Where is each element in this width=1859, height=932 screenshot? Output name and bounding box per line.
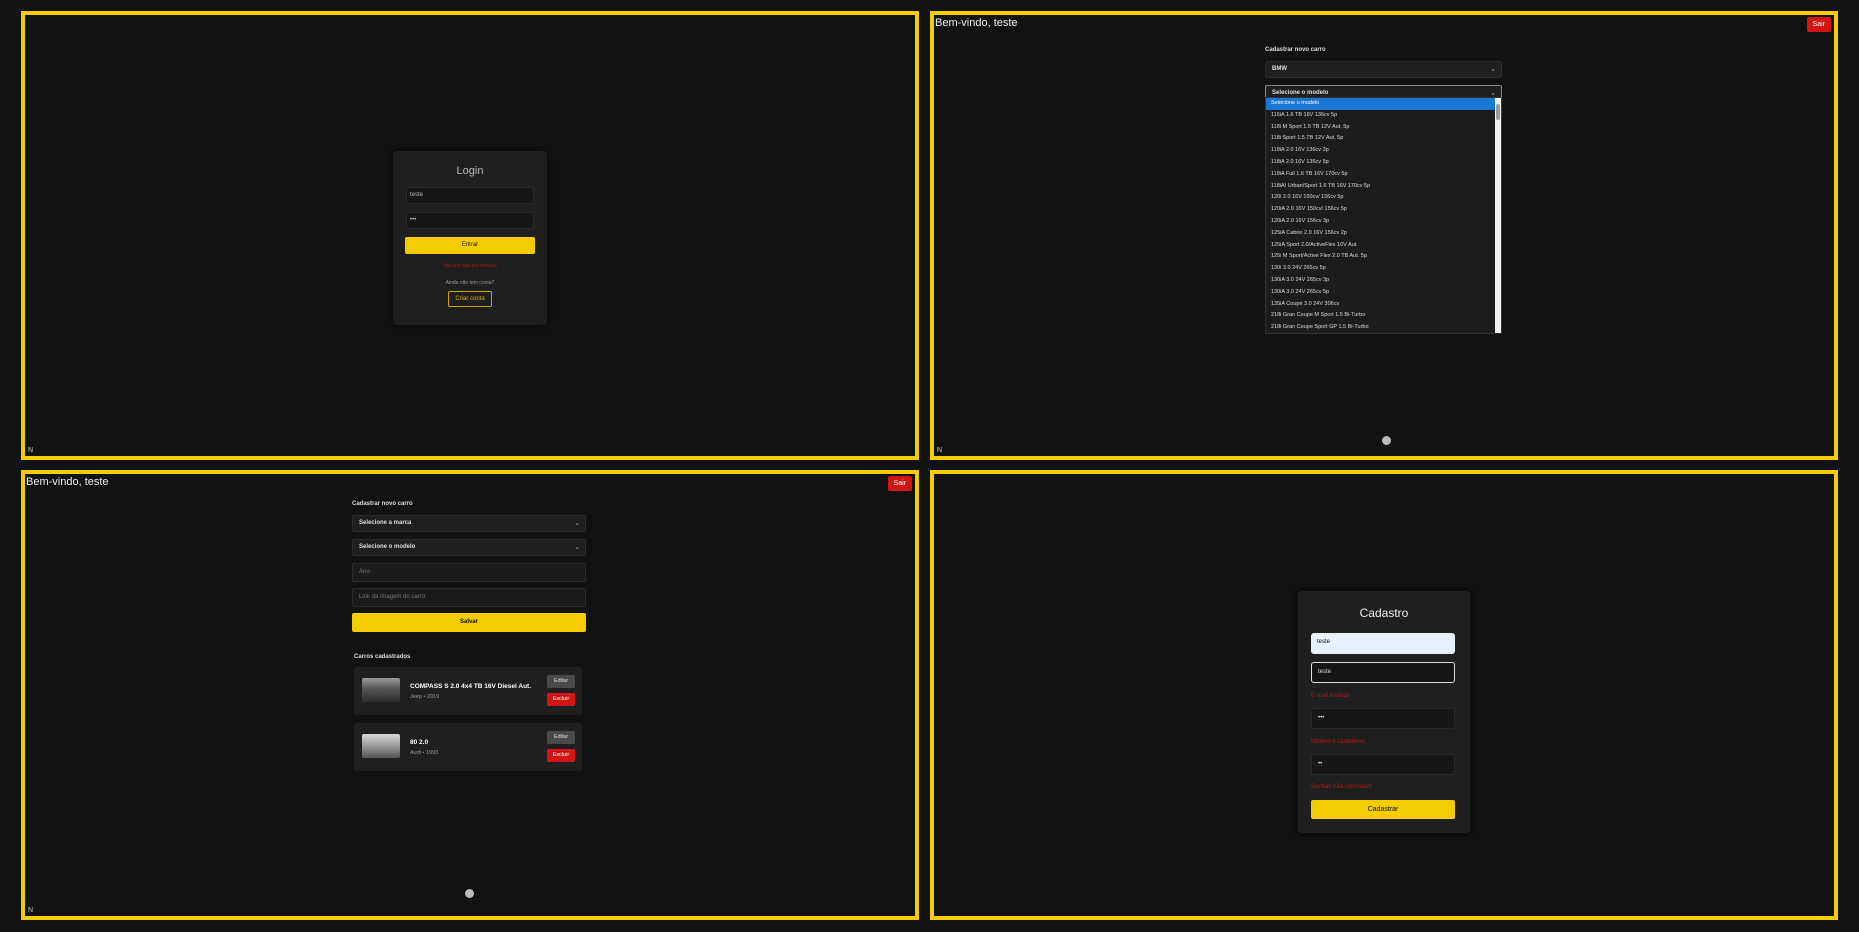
- brand-select[interactable]: Selecione a marca ⌄: [352, 515, 586, 532]
- cars-list-title: Carros cadastrados: [354, 654, 411, 660]
- chevron-down-icon: ⌄: [1490, 90, 1496, 97]
- login-screen: Login teste ••• Entrar Usuário não encon…: [21, 11, 919, 460]
- register-button[interactable]: Cadastrar: [1311, 800, 1455, 819]
- login-error: Usuário não encontrado: [443, 263, 497, 269]
- delete-button[interactable]: Excluir: [547, 693, 575, 706]
- model-option[interactable]: 118iA 2.0 16V 136cv 3p: [1266, 145, 1501, 157]
- model-option[interactable]: 118i Sport 1.5 TB 12V Aut. 5p: [1266, 133, 1501, 145]
- model-option[interactable]: 218i Gran Coupe Sport GP 1.5 Bi-Turbo: [1266, 322, 1501, 334]
- username-input[interactable]: teste: [406, 187, 534, 204]
- confirm-password-error: Senhas não coincidem: [1311, 784, 1372, 790]
- corner-mark: N: [28, 907, 34, 914]
- login-button[interactable]: Entrar: [405, 237, 535, 254]
- welcome-text: Bem-vindo, teste: [935, 17, 1018, 29]
- register-card: Cadastro teste teste E-mail inválido •••…: [1298, 591, 1470, 833]
- chevron-down-icon: ⌄: [574, 544, 580, 551]
- corner-mark: N: [937, 447, 943, 454]
- edit-button[interactable]: Editar: [547, 731, 575, 744]
- model-option[interactable]: 120iA 2.0 16V 150cv/ 156cv 5p: [1266, 204, 1501, 216]
- car-card: 80 2.0 Audi • 1993 Editar Excluir: [354, 723, 582, 771]
- model-option[interactable]: 130iA 3.0 24V 265cv 3p: [1266, 275, 1501, 287]
- welcome-text: Bem-vindo, teste: [26, 476, 109, 488]
- name-input[interactable]: teste: [1311, 633, 1455, 654]
- github-icon[interactable]: [1382, 436, 1391, 445]
- model-option[interactable]: 118iA Full 1.6 TB 16V 170cv 5p: [1266, 169, 1501, 181]
- model-option[interactable]: 125iA Sport 2.0/ActiveFlex 16V Aut.: [1266, 240, 1501, 252]
- car-subtitle: Audi • 1993: [410, 750, 439, 756]
- logout-button[interactable]: Sair: [1806, 17, 1831, 32]
- brand-select[interactable]: BMW ⌄: [1265, 61, 1502, 78]
- model-option[interactable]: 125i M Sport/Active Flex 2.0 TB Aut. 5p: [1266, 251, 1501, 263]
- create-account-button[interactable]: Criar conta: [448, 291, 492, 307]
- form-title: Cadastrar novo carro: [352, 501, 413, 507]
- model-option[interactable]: 130i 3.0 24V 265cv 5p: [1266, 263, 1501, 275]
- password-input[interactable]: •••: [406, 212, 534, 229]
- logout-button[interactable]: Sair: [887, 476, 912, 491]
- chevron-down-icon: ⌄: [574, 520, 580, 527]
- register-title: Cadastro: [1359, 606, 1409, 620]
- login-card: Login teste ••• Entrar Usuário não encon…: [393, 151, 547, 325]
- model-option[interactable]: 118iA 2.0 16V 136cv 5p: [1266, 157, 1501, 169]
- year-input[interactable]: Ano: [352, 563, 586, 582]
- model-select[interactable]: Selecione o modelo ⌄: [352, 539, 586, 556]
- no-account-text: Ainda não tem conta?: [445, 280, 495, 286]
- brand-select-value: BMW: [1272, 66, 1287, 72]
- register-screen: Cadastro teste teste E-mail inválido •••…: [930, 470, 1838, 920]
- model-option[interactable]: 125iA Cabrio 2.0 16V 156cv 2p: [1266, 228, 1501, 240]
- image-url-input[interactable]: Link da imagem do carro: [352, 588, 586, 607]
- car-subtitle: Jeep • 2019: [410, 694, 440, 700]
- form-title: Cadastrar novo carro: [1265, 47, 1326, 53]
- model-option[interactable]: Selecione o modelo: [1266, 98, 1501, 110]
- car-card: COMPASS S 2.0 4x4 TB 16V Diesel Aut. Jee…: [354, 667, 582, 715]
- email-input[interactable]: teste: [1311, 662, 1455, 683]
- save-button[interactable]: Salvar: [352, 613, 586, 632]
- car-name: COMPASS S 2.0 4x4 TB 16V Diesel Aut.: [410, 683, 532, 690]
- password-input[interactable]: •••: [1311, 708, 1455, 729]
- delete-button[interactable]: Excluir: [547, 749, 575, 762]
- car-image: [362, 678, 400, 702]
- model-option[interactable]: 120i 2.0 16V 150cv/ 156cv 5p: [1266, 192, 1501, 204]
- login-title: Login: [456, 165, 484, 177]
- dashboard-dropdown-screen: Bem-vindo, teste Sair Cadastrar novo car…: [930, 11, 1838, 460]
- brand-select-value: Selecione a marca: [359, 520, 412, 526]
- model-select-value: Selecione o modelo: [1272, 90, 1329, 96]
- model-option[interactable]: 218i Gran Coupe M Sport 1.5 Bi-Turbo: [1266, 310, 1501, 322]
- corner-mark: N: [28, 447, 34, 454]
- model-option[interactable]: 135iA Coupé 3.0 24V 306cv: [1266, 299, 1501, 311]
- edit-button[interactable]: Editar: [547, 675, 575, 688]
- model-dropdown-list[interactable]: Selecione o modelo 116iA 1.6 TB 16V 136cv…: [1265, 97, 1502, 334]
- model-option[interactable]: 130iA 3.0 24V 265cv 5p: [1266, 287, 1501, 299]
- email-error: E-mail inválido: [1311, 693, 1351, 699]
- github-icon[interactable]: [465, 889, 474, 898]
- confirm-password-input[interactable]: ••: [1311, 754, 1455, 775]
- car-name: 80 2.0: [410, 739, 429, 746]
- model-option[interactable]: 116iA 1.6 TB 16V 136cv 5p: [1266, 110, 1501, 122]
- password-error: Mínimo 6 caracteres: [1311, 739, 1366, 745]
- model-option[interactable]: 120iA 2.0 16V 156cv 3p: [1266, 216, 1501, 228]
- model-option[interactable]: 118i M Sport 1.5 TB 12V Aut. 5p: [1266, 122, 1501, 134]
- scrollbar[interactable]: [1495, 98, 1501, 333]
- car-image: [362, 734, 400, 758]
- dashboard-screen: Bem-vindo, teste Sair Cadastrar novo car…: [21, 470, 919, 920]
- model-option[interactable]: 118iA/ Urban/Sport 1.6 TB 16V 170cv 5p: [1266, 181, 1501, 193]
- model-select-value: Selecione o modelo: [359, 544, 416, 550]
- chevron-down-icon: ⌄: [1490, 66, 1496, 73]
